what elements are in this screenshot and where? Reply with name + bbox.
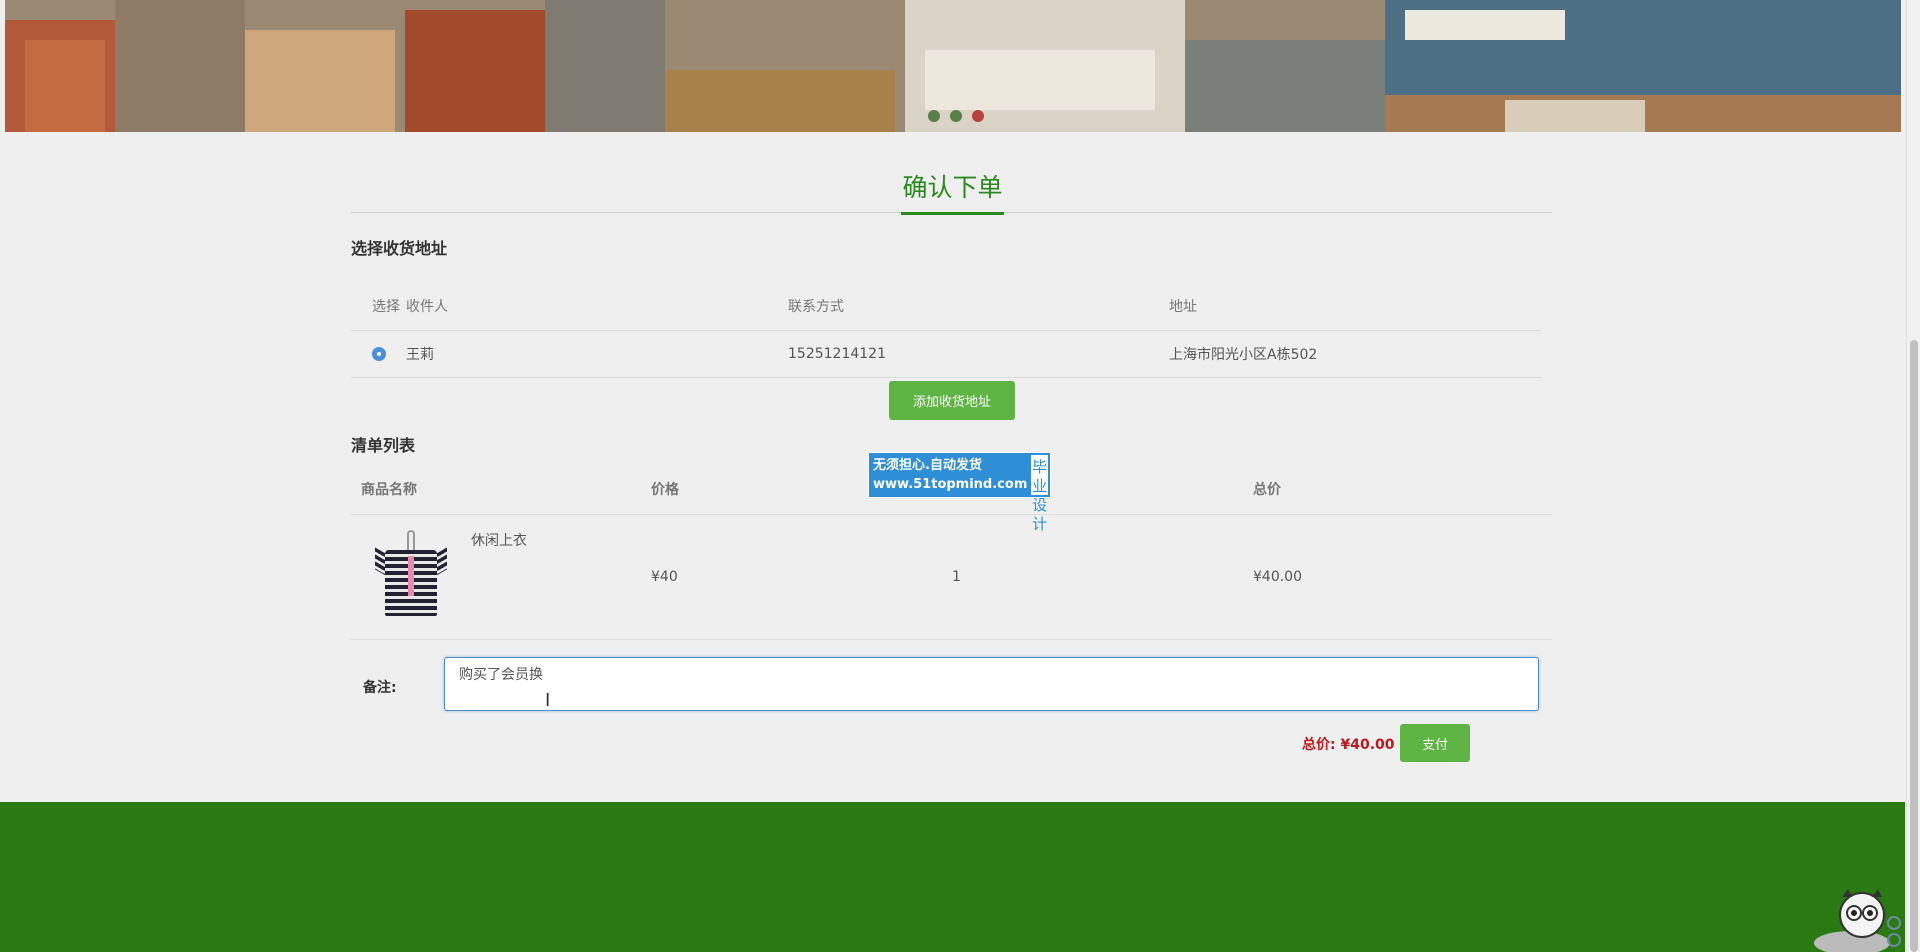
carousel-dot[interactable]: [950, 110, 962, 122]
watermark-badge[interactable]: 无须担心.自动发货 www.51topmind.com 毕业 设计: [868, 452, 1051, 533]
total-cell: ¥40.00: [1253, 514, 1552, 640]
order-list-heading: 清单列表: [351, 436, 416, 455]
col-product-name: 商品名称: [351, 464, 651, 515]
col-address: 地址: [1169, 283, 1541, 331]
order-confirm-container: 确认下单 选择收货地址 选择 收件人 联系方式 地址 王莉 1525121412…: [351, 132, 1552, 762]
order-item-row: 休闲上衣 ¥40 1 ¥40.00: [351, 514, 1552, 640]
phone-cell: 15251214121: [788, 330, 1169, 378]
watermark-line2: www.51topmind.com: [873, 477, 1028, 492]
quantity-cell: 1: [952, 514, 1253, 640]
price-cell: ¥40: [651, 514, 952, 640]
watermark-text: 无须担心.自动发货 www.51topmind.com: [869, 453, 1031, 497]
address-table-header: 选择 收件人 联系方式 地址: [351, 283, 1541, 331]
mascot-icon[interactable]: [1812, 885, 1902, 952]
address-radio[interactable]: [372, 346, 386, 361]
carousel-dot-active[interactable]: [972, 110, 984, 122]
col-select: 选择: [351, 283, 406, 331]
watermark-side2: 设计: [1032, 496, 1048, 533]
hero-banner: [5, 0, 1901, 132]
remark-input[interactable]: 购买了会员换: [444, 657, 1539, 711]
add-address-button[interactable]: 添加收货地址: [889, 381, 1015, 420]
watermark-line1: 无须担心.自动发货: [873, 458, 982, 473]
carousel-dot[interactable]: [928, 110, 940, 122]
footer: [0, 802, 1905, 952]
product-image[interactable]: [375, 529, 447, 624]
address-row[interactable]: 王莉 15251214121 上海市阳光小区A栋502: [351, 330, 1541, 378]
col-total: 总价: [1253, 464, 1552, 515]
order-total: 总价: ¥40.00: [1302, 737, 1395, 753]
address-heading: 选择收货地址: [351, 239, 448, 258]
scrollbar-thumb[interactable]: [1910, 340, 1918, 952]
col-phone: 联系方式: [788, 283, 1169, 331]
title-bar: 确认下单: [351, 132, 1552, 215]
remark-label: 备注:: [363, 680, 397, 696]
address-table: 选择 收件人 联系方式 地址 王莉 15251214121 上海市阳光小区A栋5…: [351, 283, 1541, 378]
vertical-scrollbar[interactable]: [1906, 0, 1920, 952]
recipient-cell: 王莉: [406, 330, 788, 378]
pay-button[interactable]: 支付: [1400, 724, 1470, 762]
product-cell: 休闲上衣: [351, 514, 651, 640]
address-select-cell[interactable]: [351, 330, 406, 378]
product-name[interactable]: 休闲上衣: [471, 530, 527, 550]
text-cursor-icon: I: [545, 690, 551, 711]
watermark-side: 毕业 设计: [1031, 455, 1048, 533]
page-title: 确认下单: [901, 168, 1004, 215]
col-recipient: 收件人: [406, 283, 788, 331]
address-cell: 上海市阳光小区A栋502: [1169, 330, 1541, 378]
watermark-side1: 毕业: [1032, 458, 1048, 495]
carousel-dots: [928, 110, 984, 122]
